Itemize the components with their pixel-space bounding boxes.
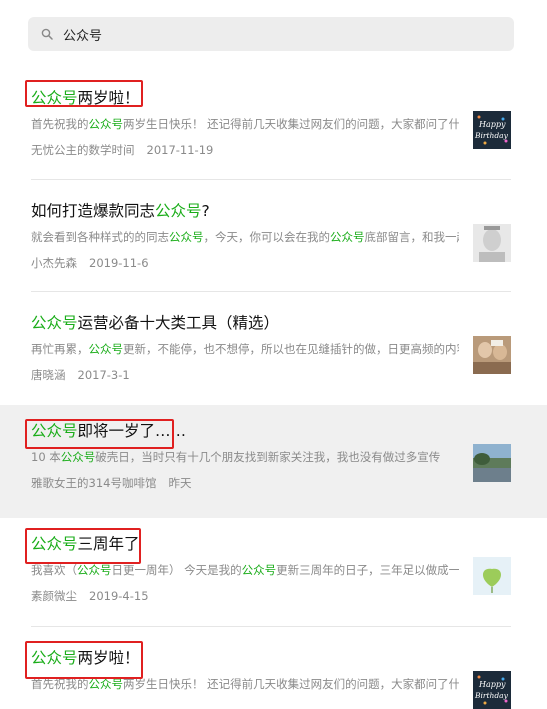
snippet-text: 10 本 xyxy=(31,450,61,464)
search-bar[interactable]: 公众号 xyxy=(28,17,514,51)
result-meta: 雅歌女王的314号咖啡馆 昨天 xyxy=(31,475,191,491)
snippet-text: 就会看到各种样式的的同志 xyxy=(31,230,169,244)
snippet-text: 两岁生日快乐！ 还记得前几天收集过网友们的问题，大家都问了什么 xyxy=(123,677,459,691)
result-meta: 小杰先森 2019-11-6 xyxy=(31,255,149,271)
snippet-keyword: 公众号 xyxy=(169,230,204,244)
thumbnail-image[interactable] xyxy=(473,336,511,374)
author-name: 雅歌女王的314号咖啡馆 xyxy=(31,476,157,490)
result-meta: 素颜微尘 2019-4-15 xyxy=(31,588,149,604)
result-snippet: 再忙再累，公众号更新，不能停，也不想停，所以也在见缝插针的做，日更高频的内容 xyxy=(31,341,459,357)
annotation-highlight-box xyxy=(25,80,143,107)
annotation-highlight-box xyxy=(25,528,141,564)
publish-date: 2017-3-1 xyxy=(77,368,130,382)
snippet-text: 更新，不能停，也不想停，所以也在见缝插针的做，日更高频的内容 xyxy=(123,342,459,356)
snippet-keyword: 公众号 xyxy=(88,117,124,131)
snippet-text: 底部留言，和我一起 xyxy=(364,230,460,244)
search-input[interactable]: 公众号 xyxy=(63,25,102,44)
search-result-item[interactable]: 如何打造爆款同志公众号? 就会看到各种样式的的同志公众号，今天，你可以会在我的公众… xyxy=(0,185,547,297)
snippet-text: 再忙再累， xyxy=(31,342,89,356)
thumb-text: Happy xyxy=(478,120,506,129)
snippet-keyword: 公众号 xyxy=(330,230,365,244)
snippet-text: 日更一周年） 今天是我的 xyxy=(111,563,242,577)
title-keyword: 公众号 xyxy=(31,314,78,332)
snippet-keyword: 公众号 xyxy=(88,677,124,691)
publish-date: 2017-11-19 xyxy=(146,143,214,157)
snippet-text: 更新三周年的日子，三年足以做成一件事 xyxy=(276,563,459,577)
result-snippet: 就会看到各种样式的的同志公众号，今天，你可以会在我的公众号底部留言，和我一起 xyxy=(31,229,459,245)
result-meta: 唐晓涵 2017-3-1 xyxy=(31,367,130,383)
result-title[interactable]: 公众号运营必备十大类工具（精选） xyxy=(31,313,279,333)
thumbnail-image[interactable] xyxy=(473,444,511,482)
divider xyxy=(31,291,511,292)
thumb-text: Happy xyxy=(478,680,506,689)
thumbnail-image[interactable] xyxy=(473,557,511,595)
title-text: 如何打造爆款同志 xyxy=(31,202,156,220)
snippet-text: 我喜欢（ xyxy=(31,563,77,577)
title-text: 运营必备十大类工具（精选） xyxy=(77,314,280,332)
search-icon xyxy=(41,28,53,40)
search-result-item[interactable]: 公众号运营必备十大类工具（精选） 再忙再累，公众号更新，不能停，也不想停，所以也在… xyxy=(0,297,547,405)
divider xyxy=(31,626,511,627)
author-name: 素颜微尘 xyxy=(31,589,77,603)
thumb-text: Birthday xyxy=(474,131,509,140)
annotation-highlight-box xyxy=(25,641,143,679)
snippet-keyword: 公众号 xyxy=(241,563,277,577)
snippet-text: 首先祝我的 xyxy=(31,677,89,691)
snippet-keyword: 公众号 xyxy=(88,342,124,356)
title-keyword: 公众号 xyxy=(155,202,202,220)
result-snippet: 首先祝我的公众号两岁生日快乐！ 还记得前几天收集过网友们的问题，大家都问了什么 xyxy=(31,116,459,132)
annotation-highlight-box xyxy=(25,419,174,449)
publish-date: 昨天 xyxy=(168,476,192,490)
thumb-text: Birthday xyxy=(474,691,509,700)
author-name: 小杰先森 xyxy=(31,256,77,270)
title-text: ? xyxy=(201,202,210,220)
snippet-keyword: 公众号 xyxy=(77,563,112,577)
result-meta: 无忧公主的数学时间 2017-11-19 xyxy=(31,142,213,158)
result-snippet: 10 本公众号破壳日，当时只有十几个朋友找到新家关注我，我也没有做过多宣传 xyxy=(31,449,459,465)
publish-date: 2019-11-6 xyxy=(89,256,149,270)
snippet-keyword: 公众号 xyxy=(60,450,96,464)
author-name: 唐晓涵 xyxy=(31,368,66,382)
author-name: 无忧公主的数学时间 xyxy=(31,143,135,157)
result-snippet: 我喜欢（公众号日更一周年） 今天是我的公众号更新三周年的日子，三年足以做成一件事 xyxy=(31,562,459,578)
result-title[interactable]: 如何打造爆款同志公众号? xyxy=(31,201,210,221)
divider xyxy=(31,179,511,180)
snippet-text: ，今天，你可以会在我的 xyxy=(203,230,331,244)
snippet-text: 两岁生日快乐！ 还记得前几天收集过网友们的问题，大家都问了什么 xyxy=(123,117,459,131)
publish-date: 2019-4-15 xyxy=(89,589,149,603)
thumbnail-image[interactable] xyxy=(473,224,511,262)
thumbnail-image[interactable]: Happy Birthday xyxy=(473,111,511,149)
thumbnail-image[interactable]: Happy Birthday xyxy=(473,671,511,709)
snippet-text: 破壳日，当时只有十几个朋友找到新家关注我，我也没有做过多宣传 xyxy=(95,450,441,464)
snippet-text: 首先祝我的 xyxy=(31,117,89,131)
